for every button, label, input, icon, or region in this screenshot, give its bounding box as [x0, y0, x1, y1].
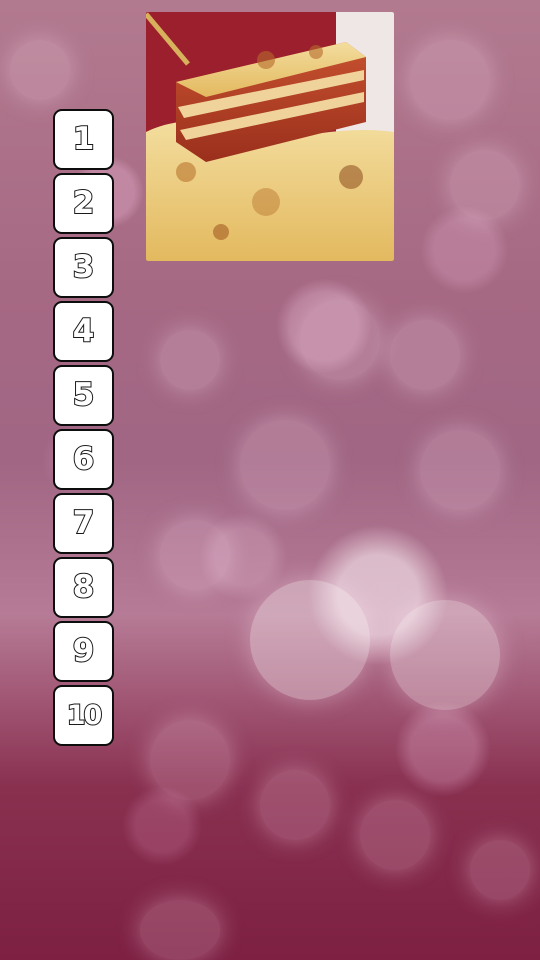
lasagna-photo — [146, 12, 394, 261]
level-10-button[interactable]: 10 — [53, 685, 114, 746]
level-6-button[interactable]: 6 — [53, 429, 114, 490]
level-label: 7 — [72, 505, 96, 541]
level-8-button[interactable]: 8 — [53, 557, 114, 618]
level-label: 6 — [72, 441, 96, 477]
level-7-button[interactable]: 7 — [53, 493, 114, 554]
level-label: 10 — [66, 700, 104, 731]
level-label: 5 — [72, 377, 96, 413]
level-label: 9 — [72, 633, 96, 669]
level-label: 3 — [72, 249, 96, 285]
lasagna-image — [146, 12, 394, 261]
level-label: 4 — [72, 313, 96, 349]
level-3-button[interactable]: 3 — [53, 237, 114, 298]
level-4-button[interactable]: 4 — [53, 301, 114, 362]
level-label: 2 — [72, 185, 96, 221]
level-label: 1 — [72, 121, 96, 157]
level-9-button[interactable]: 9 — [53, 621, 114, 682]
level-label: 8 — [72, 569, 96, 605]
level-1-button[interactable]: 1 — [53, 109, 114, 170]
level-5-button[interactable]: 5 — [53, 365, 114, 426]
level-2-button[interactable]: 2 — [53, 173, 114, 234]
level-list: 1 2 3 4 5 6 7 8 9 10 — [53, 109, 114, 749]
